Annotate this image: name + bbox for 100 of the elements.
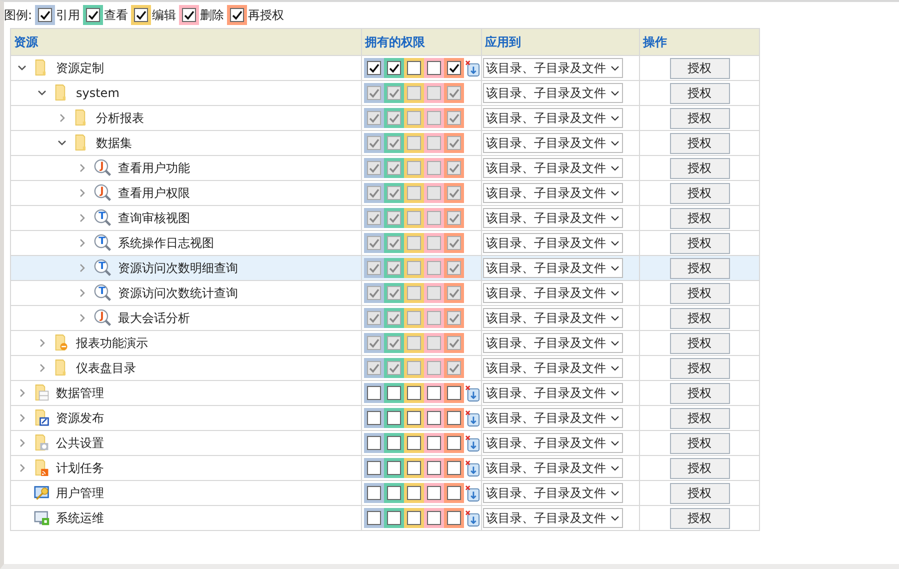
clear-permissions-icon[interactable] <box>465 434 480 452</box>
authorize-button[interactable]: 授权 <box>670 458 730 478</box>
checkbox[interactable] <box>427 61 441 75</box>
clear-permissions-icon[interactable] <box>465 460 480 476</box>
resource-name[interactable]: 系统运维 <box>56 510 104 526</box>
checkbox[interactable] <box>367 436 381 450</box>
table-row[interactable]: 资源定制 该目录、子目录及文件 授权 <box>10 56 760 80</box>
table-row[interactable]: 用户管理 该目录、子目录及文件 授权 <box>10 480 760 506</box>
checkbox[interactable] <box>387 511 401 525</box>
chevron-down-icon[interactable] <box>610 513 620 523</box>
checkbox[interactable] <box>387 61 401 75</box>
checkbox[interactable] <box>427 486 441 500</box>
checkbox[interactable] <box>407 411 421 425</box>
checkbox[interactable] <box>447 436 461 450</box>
checkbox[interactable] <box>134 8 148 22</box>
resource-name[interactable]: 资源发布 <box>56 410 104 426</box>
chevron-down-icon[interactable] <box>610 263 620 273</box>
chevron-down-icon[interactable] <box>610 113 620 123</box>
checkbox[interactable] <box>407 386 421 400</box>
checkbox[interactable] <box>447 461 461 475</box>
chevron-down-icon[interactable] <box>610 288 620 298</box>
checkbox[interactable] <box>367 386 381 400</box>
clear-permissions-icon[interactable] <box>465 410 480 426</box>
authorize-button[interactable]: 授权 <box>670 382 730 404</box>
collapsed-chevron-icon[interactable] <box>17 413 27 423</box>
checkbox[interactable] <box>447 511 461 525</box>
checkbox[interactable] <box>387 436 401 450</box>
clear-permissions-icon[interactable] <box>465 510 480 526</box>
checkbox[interactable] <box>427 411 441 425</box>
clear-permissions-icon[interactable] <box>465 60 480 76</box>
apply-scope-dropdown[interactable]: 该目录、子目录及文件 <box>483 433 623 453</box>
chevron-down-icon[interactable] <box>610 213 620 223</box>
table-row[interactable]: 资源发布 该目录、子目录及文件 授权 <box>10 406 760 430</box>
checkbox[interactable] <box>387 486 401 500</box>
checkbox[interactable] <box>230 8 244 22</box>
chevron-down-icon[interactable] <box>610 313 620 323</box>
apply-scope-dropdown[interactable]: 该目录、子目录及文件 <box>483 508 623 528</box>
checkbox[interactable] <box>387 411 401 425</box>
checkbox[interactable] <box>447 411 461 425</box>
chevron-down-icon[interactable] <box>610 188 620 198</box>
checkbox[interactable] <box>427 511 441 525</box>
apply-scope-dropdown[interactable]: 该目录、子目录及文件 <box>483 458 623 478</box>
clear-permissions-icon[interactable] <box>465 384 480 402</box>
chevron-down-icon[interactable] <box>610 388 620 398</box>
resource-name[interactable]: 用户管理 <box>56 484 104 502</box>
apply-scope-dropdown[interactable]: 该目录、子目录及文件 <box>483 58 623 78</box>
checkbox[interactable] <box>447 486 461 500</box>
collapsed-chevron-icon[interactable] <box>17 438 27 448</box>
checkbox[interactable] <box>86 8 100 22</box>
collapsed-chevron-icon[interactable] <box>17 463 27 473</box>
authorize-button[interactable]: 授权 <box>670 432 730 454</box>
apply-scope-dropdown[interactable]: 该目录、子目录及文件 <box>483 383 623 403</box>
chevron-down-icon[interactable] <box>610 63 620 73</box>
chevron-down-icon[interactable] <box>610 163 620 173</box>
chevron-down-icon[interactable] <box>610 138 620 148</box>
checkbox[interactable] <box>427 436 441 450</box>
expanded-chevron-icon[interactable] <box>17 63 27 73</box>
clear-permissions-icon[interactable] <box>465 484 480 502</box>
chevron-down-icon[interactable] <box>610 488 620 498</box>
table-row[interactable]: 数据管理 该目录、子目录及文件 授权 <box>10 380 760 406</box>
authorize-button[interactable]: 授权 <box>670 508 730 528</box>
resource-name[interactable]: 资源定制 <box>56 60 104 76</box>
authorize-button[interactable]: 授权 <box>670 408 730 428</box>
authorize-button[interactable]: 授权 <box>670 58 730 78</box>
collapsed-chevron-icon[interactable] <box>17 388 27 398</box>
checkbox[interactable] <box>447 61 461 75</box>
authorize-button[interactable]: 授权 <box>670 482 730 504</box>
chevron-down-icon[interactable] <box>610 88 620 98</box>
apply-scope-dropdown[interactable]: 该目录、子目录及文件 <box>483 408 623 428</box>
checkbox[interactable] <box>367 461 381 475</box>
column-header: 操作 <box>640 28 760 56</box>
checkbox[interactable] <box>367 511 381 525</box>
checkbox[interactable] <box>367 61 381 75</box>
checkbox[interactable] <box>407 486 421 500</box>
resource-name[interactable]: 数据管理 <box>56 384 104 402</box>
checkbox[interactable] <box>407 511 421 525</box>
checkbox[interactable] <box>447 386 461 400</box>
checkbox[interactable] <box>367 486 381 500</box>
resource-name[interactable]: 公共设置 <box>56 434 104 452</box>
chevron-down-icon[interactable] <box>610 238 620 248</box>
checkbox[interactable] <box>387 386 401 400</box>
table-row[interactable]: 公共设置 该目录、子目录及文件 授权 <box>10 430 760 456</box>
checkbox[interactable] <box>367 411 381 425</box>
checkbox[interactable] <box>38 8 52 22</box>
table-row[interactable]: 系统运维 该目录、子目录及文件 授权 <box>10 506 760 530</box>
checkbox[interactable] <box>182 8 196 22</box>
table-row[interactable]: 计划任务 该目录、子目录及文件 授权 <box>10 456 760 480</box>
chevron-down-icon[interactable] <box>610 413 620 423</box>
chevron-down-icon[interactable] <box>610 463 620 473</box>
resource-name[interactable]: 计划任务 <box>56 460 104 476</box>
checkbox[interactable] <box>407 61 421 75</box>
checkbox[interactable] <box>427 386 441 400</box>
checkbox[interactable] <box>427 461 441 475</box>
chevron-down-icon[interactable] <box>610 338 620 348</box>
chevron-down-icon[interactable] <box>610 438 620 448</box>
checkbox[interactable] <box>407 461 421 475</box>
apply-scope-dropdown[interactable]: 该目录、子目录及文件 <box>483 483 623 503</box>
chevron-down-icon[interactable] <box>610 363 620 373</box>
checkbox[interactable] <box>387 461 401 475</box>
checkbox[interactable] <box>407 436 421 450</box>
